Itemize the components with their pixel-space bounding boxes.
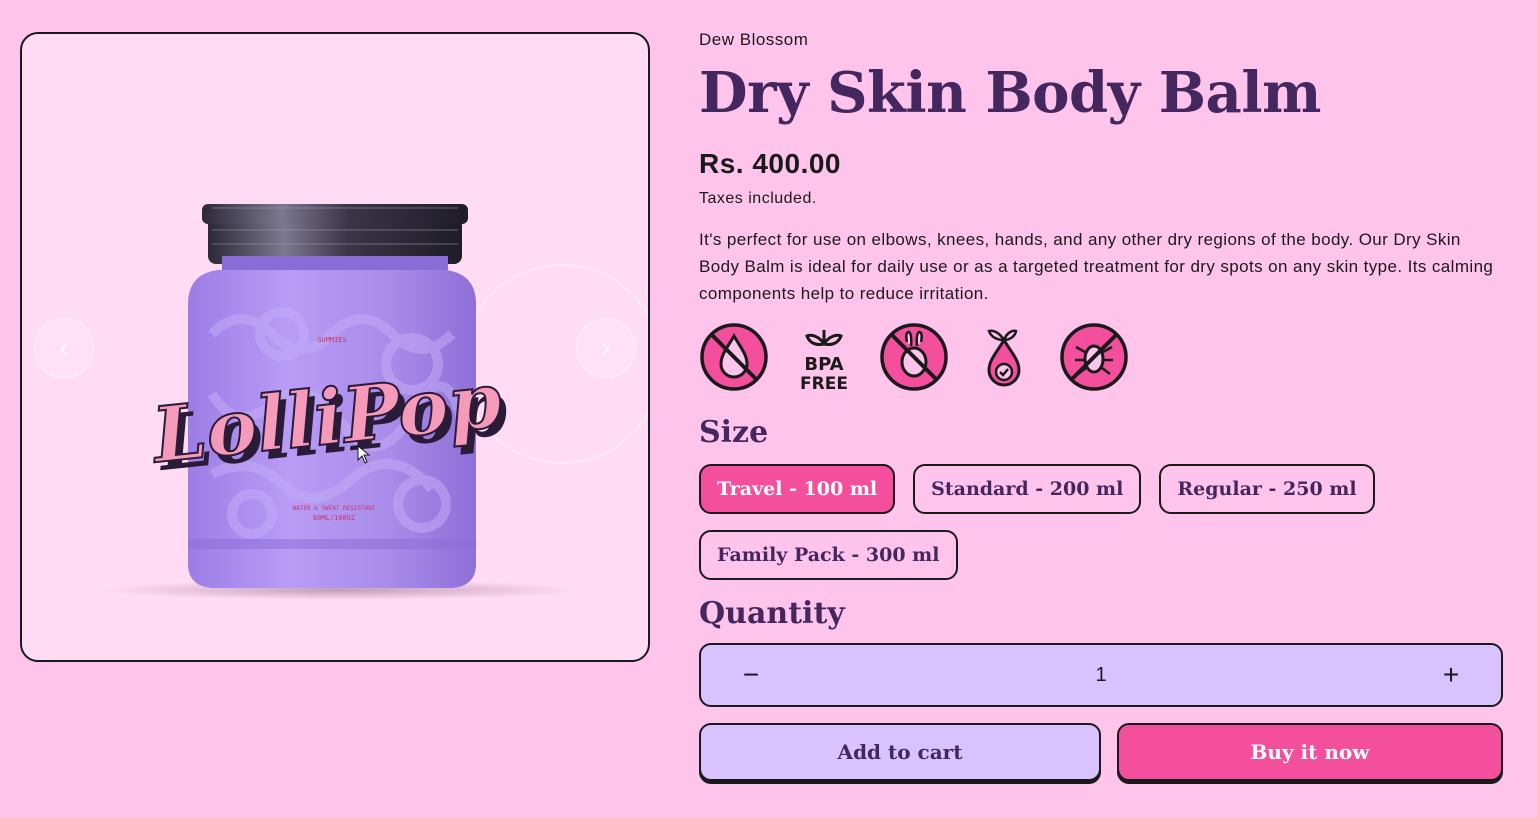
- no-drop-icon: [700, 323, 768, 391]
- bpa-free-icon: BPA FREE: [800, 330, 848, 392]
- buy-now-button[interactable]: Buy it now: [1117, 723, 1503, 781]
- cruelty-free-icon: [880, 323, 948, 391]
- free-label: FREE: [800, 374, 848, 392]
- chevron-right-icon: ›: [601, 331, 611, 364]
- size-label: Size: [699, 415, 769, 450]
- product-image[interactable]: GUMMIES LolliPop LolliPop WATER & SWEAT …: [22, 34, 650, 662]
- size-option-family-pack[interactable]: Family Pack - 300 ml: [699, 530, 958, 580]
- chevron-left-icon: ‹: [59, 331, 69, 364]
- size-option-regular[interactable]: Regular - 250 ml: [1159, 464, 1375, 514]
- next-image-button[interactable]: ›: [576, 318, 636, 378]
- purchase-actions: Add to cart Buy it now: [699, 723, 1504, 781]
- tax-note: Taxes included.: [699, 190, 817, 207]
- product-title: Dry Skin Body Balm: [699, 60, 1321, 126]
- decrease-quantity-button[interactable]: −: [701, 659, 801, 691]
- jar-small-brand: GUMMIES: [317, 336, 347, 344]
- size-option-standard[interactable]: Standard - 200 ml: [913, 464, 1142, 514]
- jar-caption-1: WATER & SWEAT RESISTANT: [292, 505, 375, 512]
- add-to-cart-button[interactable]: Add to cart: [699, 723, 1101, 781]
- previous-image-button[interactable]: ‹: [34, 318, 94, 378]
- natural-drop-icon: [987, 329, 1021, 387]
- bpa-label: BPA: [804, 354, 843, 375]
- increase-quantity-button[interactable]: +: [1401, 659, 1501, 691]
- product-description: It's perfect for use on elbows, knees, h…: [699, 230, 1494, 303]
- product-vendor: Dew Blossom: [699, 30, 809, 49]
- no-bug-icon: [1060, 323, 1128, 391]
- product-price: Rs. 400.00: [699, 148, 841, 179]
- size-option-travel[interactable]: Travel - 100 ml: [699, 464, 896, 514]
- quantity-label: Quantity: [699, 596, 845, 631]
- product-badges: BPA FREE: [699, 321, 1504, 393]
- product-info: Dew Blossom Dry Skin Body Balm Rs. 400.0…: [699, 30, 1504, 781]
- size-options: Travel - 100 ml Standard - 200 ml Regula…: [699, 464, 1379, 580]
- product-gallery: GUMMIES LolliPop LolliPop WATER & SWEAT …: [20, 32, 650, 662]
- quantity-input[interactable]: 1: [1095, 664, 1106, 687]
- jar-caption-2: 80ML/100OZ: [313, 514, 355, 522]
- quantity-stepper: − 1 +: [699, 643, 1503, 707]
